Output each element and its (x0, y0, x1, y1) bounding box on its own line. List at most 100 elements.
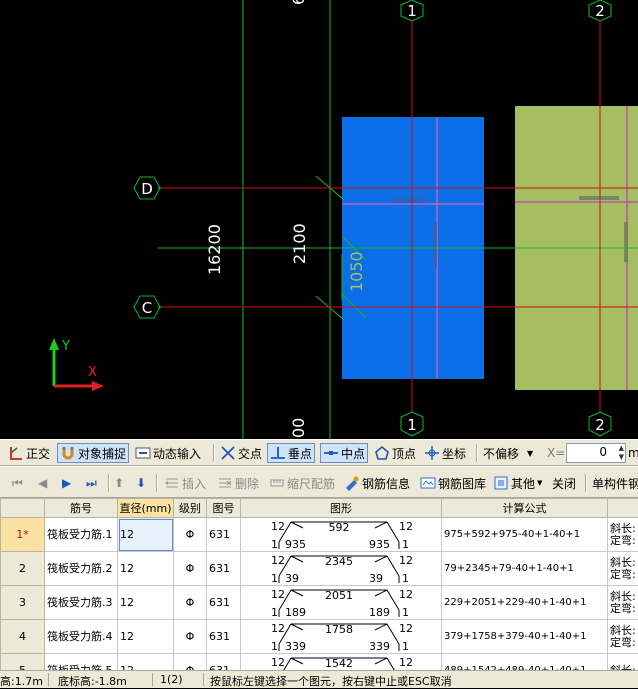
header-diameter[interactable]: 直径(mm) (118, 499, 174, 518)
x-coordinate-input[interactable]: 0 ▲▼ (566, 443, 626, 463)
grade-cell[interactable]: Φ (174, 518, 207, 552)
single-member-rebar-button[interactable]: 单构件钢 (590, 473, 638, 493)
table-row[interactable]: 1*筏板受力筋.112Φ631125921219359351975+592+97… (1, 518, 638, 552)
header-formula[interactable]: 计算公式 (442, 499, 608, 518)
table-row[interactable]: 4筏板受力筋.412Φ6311217581213393391379+1758+3… (1, 620, 638, 654)
bar-name-cell[interactable]: 筏板受力筋.4 (45, 620, 118, 654)
header-extra[interactable] (608, 499, 638, 518)
bottom-length-right: 189 (369, 606, 390, 619)
offset-mode-select[interactable]: 不偏移 ▼ (481, 443, 541, 463)
object-snap-toggle[interactable]: 对象捕捉 (57, 443, 129, 463)
row-index[interactable]: 5 (1, 654, 45, 671)
shape-no-cell[interactable]: 631 (207, 552, 241, 586)
x-coordinate-label: X= (545, 443, 567, 463)
bar-name-cell[interactable]: 筏板受力筋.1 (45, 518, 118, 552)
bar-name-cell[interactable]: 筏板受力筋.2 (45, 552, 118, 586)
midpoint-icon (323, 445, 339, 461)
end-left: 1 (271, 538, 278, 551)
note-cell[interactable]: 斜长:定弯: (608, 552, 638, 586)
shape-no-cell[interactable]: 631 (207, 518, 241, 552)
spinner-arrows-icon[interactable]: ▲▼ (619, 444, 624, 462)
cad-drawing-canvas[interactable]: 1 2 1 2 D C 6 00 16200 2100 1050 Y X (0, 0, 638, 439)
header-shape[interactable]: 图形 (241, 499, 442, 518)
bar-name-cell[interactable]: 筏板受力筋.5 (45, 654, 118, 671)
status-bottom-elevation: 底标高:-1.8m (58, 673, 127, 689)
dynamic-input-toggle[interactable]: 动态输入 (133, 443, 203, 463)
row-index[interactable]: 3 (1, 586, 45, 620)
hook-length-left: 12 (271, 656, 285, 669)
ortho-toggle[interactable]: 正交 (6, 443, 52, 463)
coordinate-snap[interactable]: 坐标 (422, 443, 468, 463)
rebar-shape-figure: 12234512139391 (241, 552, 442, 585)
header-grade[interactable]: 级别 (174, 499, 207, 518)
header-corner[interactable] (1, 499, 45, 518)
header-bar-no[interactable]: 筋号 (45, 499, 118, 518)
delete-button[interactable]: 删除 (215, 473, 261, 493)
move-down-button[interactable]: ⬇ (134, 473, 148, 493)
formula-cell[interactable]: 79+2345+79-40+1-40+1 (442, 552, 608, 586)
note-line-2: 定弯: (610, 636, 636, 649)
vertex-icon (374, 445, 390, 461)
shape-cell[interactable]: 12154212 (241, 654, 442, 671)
diameter-cell[interactable]: 12 (118, 552, 174, 586)
shape-no-cell[interactable]: 631 (207, 654, 241, 671)
formula-cell[interactable]: 229+2051+229-40+1-40+1 (442, 586, 608, 620)
rebar-library-button[interactable]: 钢筋图库 (418, 473, 488, 493)
insert-button[interactable]: 插入 (162, 473, 208, 493)
end-right: 1 (402, 538, 409, 551)
note-cell[interactable]: 斜长: (608, 654, 638, 671)
grade-cell[interactable]: Φ (174, 620, 207, 654)
scale-rebar-button[interactable]: 缩尺配筋 (267, 473, 337, 493)
header-shape-no[interactable]: 图号 (207, 499, 241, 518)
note-line-2: 定弯: (610, 602, 636, 615)
dimension-text-total: 16200 (205, 224, 224, 275)
bar-name-cell[interactable]: 筏板受力筋.3 (45, 586, 118, 620)
prev-record-button[interactable]: ◀ (36, 473, 49, 493)
rebar-info-icon (344, 475, 360, 491)
intersection-snap[interactable]: 交点 (218, 443, 264, 463)
shape-no-cell[interactable]: 631 (207, 586, 241, 620)
last-record-button[interactable]: ⏭ (84, 473, 99, 493)
shape-cell[interactable]: 1217581213393391 (241, 620, 442, 654)
row-index[interactable]: 1* (1, 518, 45, 552)
close-grid-button[interactable]: 关闭 (550, 473, 578, 493)
vertex-snap[interactable]: 顶点 (372, 443, 418, 463)
diameter-cell[interactable]: 12 (118, 620, 174, 654)
grade-cell[interactable]: Φ (174, 552, 207, 586)
shape-cell[interactable]: 12234512139391 (241, 552, 442, 586)
move-up-button[interactable]: ⬆ (112, 473, 126, 493)
end-right: 1 (402, 640, 409, 653)
shape-cell[interactable]: 125921219359351 (241, 518, 442, 552)
diameter-cell[interactable]: 12 (118, 654, 174, 671)
row-index[interactable]: 2 (1, 552, 45, 586)
axis-label: 2 (595, 2, 605, 20)
table-row[interactable]: 5筏板受力筋.512Φ63112154212489+1542+489-40+1-… (1, 654, 638, 671)
table-row[interactable]: 3筏板受力筋.312Φ6311220511211891891229+2051+2… (1, 586, 638, 620)
formula-cell[interactable]: 975+592+975-40+1-40+1 (442, 518, 608, 552)
next-record-button[interactable]: ▶ (60, 473, 73, 493)
ortho-icon (8, 445, 24, 461)
row-index[interactable]: 4 (1, 620, 45, 654)
note-cell[interactable]: 斜长:定弯: (608, 586, 638, 620)
shape-no-cell[interactable]: 631 (207, 620, 241, 654)
dimension-text-cut: 6 (289, 0, 308, 5)
grade-cell[interactable]: Φ (174, 654, 207, 671)
rebar-info-button[interactable]: 钢筋信息 (342, 473, 412, 493)
note-cell[interactable]: 斜长:定弯: (608, 518, 638, 552)
other-icon (493, 475, 509, 491)
bottom-length-left: 935 (285, 538, 306, 551)
axis-label: D (141, 180, 153, 198)
diameter-cell[interactable]: 12 (118, 586, 174, 620)
diameter-cell[interactable]: 12 (118, 518, 174, 552)
shape-cell[interactable]: 1220511211891891 (241, 586, 442, 620)
perpendicular-snap[interactable]: 垂点 (267, 443, 315, 463)
grade-cell[interactable]: Φ (174, 586, 207, 620)
formula-cell[interactable]: 379+1758+379-40+1-40+1 (442, 620, 608, 654)
table-row[interactable]: 2筏板受力筋.212Φ6311223451213939179+2345+79-4… (1, 552, 638, 586)
magnet-icon (60, 445, 76, 461)
first-record-button[interactable]: ⏮ (10, 473, 25, 493)
other-menu-button[interactable]: 其他 ▼ (491, 473, 544, 493)
formula-cell[interactable]: 489+1542+489-40+1-40+1 (442, 654, 608, 671)
midpoint-snap[interactable]: 中点 (320, 443, 368, 463)
note-cell[interactable]: 斜长:定弯: (608, 620, 638, 654)
